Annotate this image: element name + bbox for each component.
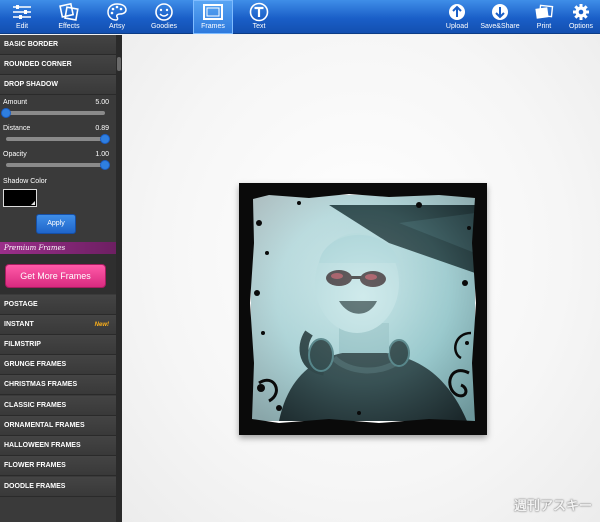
sidebar-item-classic-frames[interactable]: CLASSIC FRAMES [0, 396, 116, 416]
smiley-icon [155, 3, 173, 21]
amount-slider-knob[interactable] [1, 108, 11, 118]
top-toolbar: Edit Effects Artsy Goodies Frames Text U… [0, 0, 600, 34]
grunge-framed-photo-image [239, 183, 487, 435]
tool-label: Edit [15, 23, 29, 30]
sidebar-item-drop-shadow[interactable]: DROP SHADOW [0, 75, 116, 95]
tool-options[interactable]: Options [565, 0, 597, 34]
tool-label: Upload [445, 23, 469, 30]
tool-label: Text [252, 23, 266, 30]
tool-label: Frames [201, 23, 225, 30]
opacity-slider[interactable] [6, 160, 110, 170]
tool-label: Options [568, 23, 594, 30]
sidebar-item-grunge-frames[interactable]: GRUNGE FRAMES [0, 355, 116, 375]
sidebar-item-label: GRUNGE FRAMES [4, 361, 67, 368]
tool-effects[interactable]: Effects [53, 0, 85, 34]
sidebar-item-label: ORNAMENTAL FRAMES [4, 422, 85, 429]
sidebar-item-christmas-frames[interactable]: CHRISTMAS FRAMES [0, 375, 116, 395]
sidebar-item-label: HALLOWEEN FRAMES [4, 442, 81, 449]
new-badge: New! [94, 322, 109, 328]
sidebar-item-flower-frames[interactable]: FLOWER FRAMES [0, 456, 116, 476]
sidebar-item-label: DROP SHADOW [4, 81, 58, 88]
opacity-label: Opacity [3, 151, 27, 158]
tool-goodies[interactable]: Goodies [147, 0, 181, 34]
sidebar-item-filmstrip[interactable]: FILMSTRIP [0, 335, 116, 355]
shadow-color-swatch[interactable] [3, 189, 37, 207]
sidebar-scroll-thumb[interactable] [117, 57, 121, 71]
sidebar: BASIC BORDER ROUNDED CORNER DROP SHADOW … [0, 35, 122, 522]
framed-photo[interactable] [239, 183, 487, 435]
sliders-icon [13, 5, 31, 19]
sidebar-item-label: INSTANT [4, 321, 34, 328]
tool-label: Effects [58, 23, 80, 30]
distance-slider[interactable] [6, 134, 110, 144]
sidebar-item-rounded-corner[interactable]: ROUNDED CORNER [0, 55, 116, 75]
upload-icon [449, 4, 465, 20]
sidebar-item-postage[interactable]: POSTAGE [0, 295, 116, 315]
amount-label: Amount [3, 99, 28, 106]
tool-label: Goodies [150, 23, 178, 30]
amount-slider[interactable] [1, 108, 105, 118]
print-icon [535, 4, 554, 19]
photo-canvas: 週刊アスキー [122, 35, 600, 522]
premium-frames-header: Premium Frames [0, 242, 116, 254]
tool-artsy[interactable]: Artsy [101, 0, 133, 34]
sidebar-item-label: FILMSTRIP [4, 341, 41, 348]
opacity-value: 1.00 [95, 151, 109, 158]
gear-icon [573, 4, 589, 20]
save-share-icon [492, 4, 508, 20]
sidebar-item-label: FLOWER FRAMES [4, 462, 66, 469]
distance-value: 0.89 [95, 125, 109, 132]
sidebar-item-doodle-frames[interactable]: DOODLE FRAMES [0, 477, 116, 497]
distance-slider-knob[interactable] [100, 134, 110, 144]
photos-icon [59, 2, 79, 21]
sidebar-item-label: CLASSIC FRAMES [4, 402, 67, 409]
get-more-frames-button[interactable]: Get More Frames [5, 264, 106, 288]
tool-text[interactable]: Text [245, 0, 273, 34]
amount-value: 5.00 [95, 99, 109, 106]
sidebar-item-instant[interactable]: INSTANT New! [0, 315, 116, 335]
opacity-slider-knob[interactable] [100, 160, 110, 170]
tool-frames[interactable]: Frames [193, 0, 233, 34]
sidebar-item-label: BASIC BORDER [4, 41, 59, 48]
tool-save-share[interactable]: Save&Share [478, 0, 522, 34]
sidebar-item-label: POSTAGE [4, 301, 38, 308]
tool-label: Print [536, 23, 552, 30]
sidebar-item-label: ROUNDED CORNER [4, 61, 72, 68]
text-icon [249, 2, 269, 22]
sidebar-item-label: DOODLE FRAMES [4, 483, 66, 490]
watermark: 週刊アスキー [513, 498, 592, 513]
shadow-color-label: Shadow Color [3, 178, 47, 185]
tool-label: Artsy [109, 23, 125, 30]
tool-print[interactable]: Print [529, 0, 559, 34]
apply-button[interactable]: Apply [36, 214, 76, 234]
sidebar-item-halloween-frames[interactable]: HALLOWEEN FRAMES [0, 436, 116, 456]
frame-icon [203, 4, 223, 20]
sidebar-item-ornamental-frames[interactable]: ORNAMENTAL FRAMES [0, 416, 116, 436]
palette-icon [107, 3, 127, 21]
tool-edit[interactable]: Edit [8, 0, 36, 34]
distance-label: Distance [3, 125, 31, 132]
tool-label: Save&Share [480, 23, 520, 30]
sidebar-item-basic-border[interactable]: BASIC BORDER [0, 35, 116, 55]
tool-upload[interactable]: Upload [440, 0, 474, 34]
sidebar-item-label: CHRISTMAS FRAMES [4, 381, 78, 388]
